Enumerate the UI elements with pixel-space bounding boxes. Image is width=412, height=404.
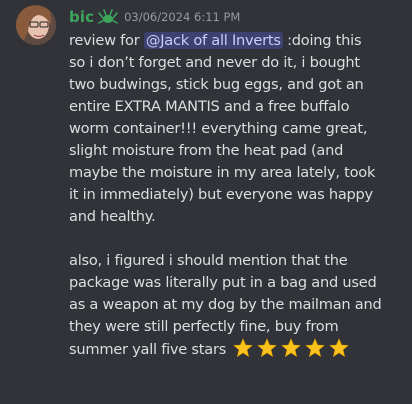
message-content: review for @Jack of all Inverts :doing t… [69,30,405,360]
message-line: they were still perfectly fine, buy from [69,318,339,335]
green-bug-icon [98,9,118,25]
star-icon[interactable] [233,338,254,358]
star-icon[interactable] [257,338,278,358]
avatar[interactable] [16,5,56,45]
username[interactable]: bic [69,8,94,26]
message-line: it in immediately) but everyone was happ… [69,186,373,203]
user-mention[interactable]: @Jack of all Inverts [143,32,283,49]
line-text: review for [69,32,144,49]
message-line: review for @Jack of all Inverts :doing t… [69,30,405,52]
message-line: maybe the moisture in my area lately, to… [69,164,376,181]
message-line: package was literally put in a bag and u… [69,274,377,291]
message-line: as a weapon at my dog by the mailman and [69,296,382,313]
message-header: bic 03/06/2024 6:11 PM [69,6,240,28]
message-line: and healthy. [69,208,156,225]
message-line: worm container!!! everything came great, [69,120,368,137]
message-line: two budwings, stick bug eggs, and got an [69,76,364,93]
message-line: entire EXTRA MANTIS and a free buffalo [69,98,350,115]
message-line: so i don’t forget and never do it, i bou… [69,54,360,71]
line-text: summer yall five stars [69,341,227,358]
star-icon[interactable] [329,338,350,358]
message-line: summer yall five stars [69,338,405,360]
chat-message: bic 03/06/2024 6:11 PM review for @Jack … [0,0,412,404]
message-line: slight moisture from the heat pad (and [69,142,344,159]
star-icon[interactable] [281,338,302,358]
timestamp[interactable]: 03/06/2024 6:11 PM [124,10,240,24]
line-text: :doing this [282,32,362,49]
star-icon[interactable] [305,338,326,358]
message-line: also, i figured i should mention that th… [69,252,348,269]
star-emoji-group [233,338,350,358]
